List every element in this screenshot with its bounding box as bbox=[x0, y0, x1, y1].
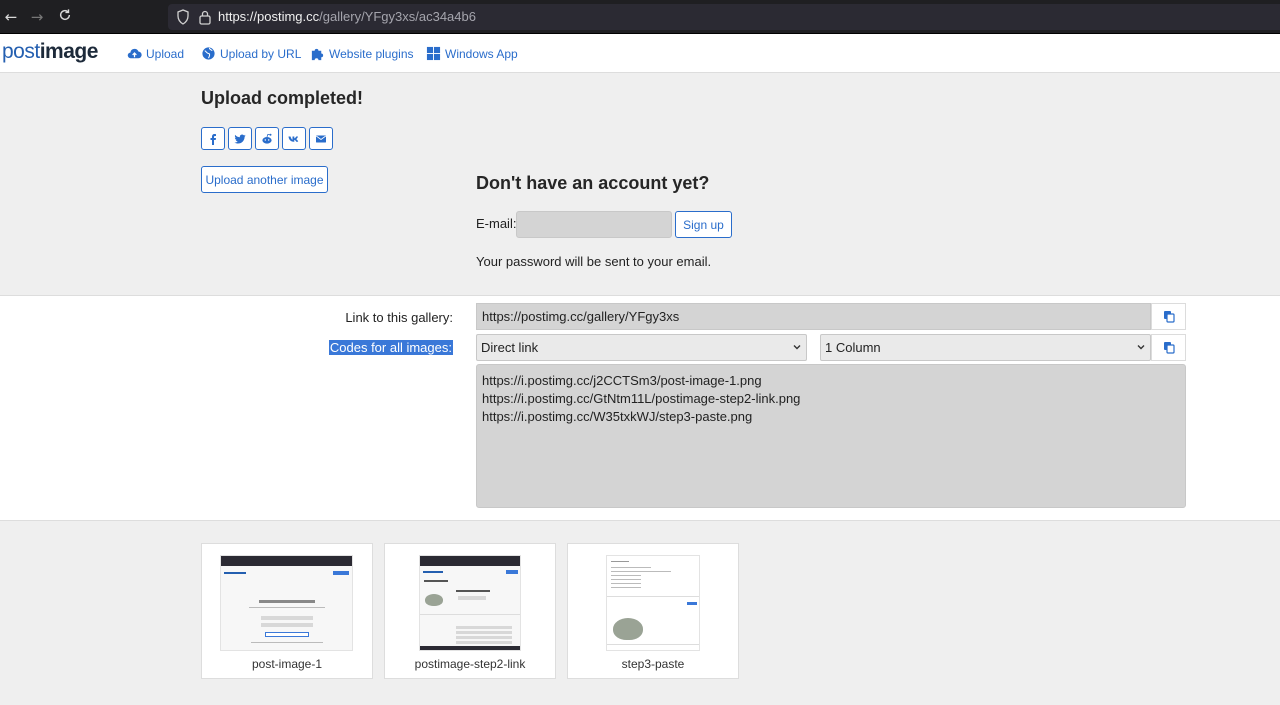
forward-arrow-icon[interactable]: → bbox=[28, 8, 46, 26]
puzzle-icon bbox=[311, 48, 324, 61]
sign-up-button[interactable]: Sign up bbox=[675, 211, 732, 238]
nav-upload-by-url-label: Upload by URL bbox=[220, 46, 302, 61]
thumbnail-card[interactable]: postimage-step2-link bbox=[384, 543, 556, 679]
columns-select[interactable]: 1 Column bbox=[820, 334, 1151, 361]
thumbnail-image[interactable] bbox=[419, 555, 521, 651]
email-field[interactable] bbox=[516, 211, 672, 238]
copy-icon bbox=[1163, 311, 1175, 323]
site-header: postimage Upload Upload by URL Website p… bbox=[0, 34, 1280, 73]
cloud-upload-icon bbox=[127, 48, 142, 59]
twitter-icon bbox=[234, 133, 246, 143]
nav-windows-app-label: Windows App bbox=[445, 46, 518, 61]
thumbnail-label: post-image-1 bbox=[251, 657, 323, 671]
windows-icon bbox=[426, 46, 441, 61]
facebook-share-button[interactable] bbox=[201, 127, 225, 150]
logo-image: image bbox=[39, 40, 99, 63]
link-format-select[interactable]: Direct link bbox=[476, 334, 807, 361]
copy-gallery-link-button[interactable] bbox=[1151, 303, 1186, 330]
copy-icon bbox=[1163, 342, 1175, 354]
copy-codes-button[interactable] bbox=[1151, 334, 1186, 361]
thumbnail-card[interactable]: post-image-1 bbox=[201, 543, 373, 679]
code-line: https://i.postimg.cc/W35txkWJ/step3-past… bbox=[482, 409, 753, 424]
envelope-icon bbox=[315, 135, 327, 142]
chevron-down-icon bbox=[793, 345, 801, 350]
links-section: Link to this gallery: https://postimg.cc… bbox=[0, 296, 1280, 521]
codes-textarea[interactable]: https://i.postimg.cc/j2CCTSm3/post-image… bbox=[476, 364, 1186, 508]
password-note: Your password will be sent to your email… bbox=[476, 254, 712, 269]
upload-another-image-button[interactable]: Upload another image bbox=[201, 166, 328, 193]
email-share-button[interactable] bbox=[309, 127, 333, 150]
account-title: Don't have an account yet? bbox=[476, 173, 710, 193]
gallery-link-label: Link to this gallery: bbox=[345, 310, 453, 325]
url-text: https://postimg.cc/gallery/YFgy3xs/ac34a… bbox=[218, 9, 476, 24]
nav-upload-by-url-link[interactable]: Upload by URL bbox=[201, 46, 301, 61]
thumbnail-label: step3-paste bbox=[621, 657, 685, 671]
link-format-value: Direct link bbox=[481, 340, 539, 355]
url-host: https://postimg.cc bbox=[218, 9, 320, 24]
share-buttons bbox=[201, 127, 333, 150]
upload-section: Upload completed! Upload another image D… bbox=[0, 73, 1280, 296]
twitter-share-button[interactable] bbox=[228, 127, 252, 150]
reddit-icon bbox=[262, 133, 272, 144]
nav-website-plugins-label: Website plugins bbox=[329, 46, 414, 61]
nav-windows-app-link[interactable]: Windows App bbox=[426, 46, 518, 61]
columns-value: 1 Column bbox=[825, 340, 881, 355]
thumbnail-label: postimage-step2-link bbox=[414, 657, 526, 671]
back-arrow-icon[interactable]: ← bbox=[2, 8, 20, 26]
thumbnail-card[interactable]: step3-paste bbox=[567, 543, 739, 679]
address-bar[interactable]: https://postimg.cc/gallery/YFgy3xs/ac34a… bbox=[168, 4, 1280, 30]
gallery-link-field[interactable]: https://postimg.cc/gallery/YFgy3xs bbox=[476, 303, 1151, 330]
thumbnail-grid: post-image-1 postimage-step2-link step3-… bbox=[201, 543, 739, 679]
code-line: https://i.postimg.cc/GtNtm11L/postimage-… bbox=[482, 391, 801, 406]
email-label: E-mail: bbox=[476, 216, 517, 231]
reload-icon[interactable] bbox=[56, 8, 74, 26]
vk-icon bbox=[288, 136, 299, 142]
browser-toolbar: ← → https://postimg.cc/gallery/YFgy3xs/a… bbox=[0, 0, 1280, 34]
url-path: /gallery/YFgy3xs/ac34a4b6 bbox=[319, 9, 476, 24]
nav-website-plugins-link[interactable]: Website plugins bbox=[310, 46, 414, 61]
thumbnail-image[interactable] bbox=[606, 555, 700, 651]
thumbnail-image[interactable] bbox=[220, 555, 353, 651]
page-title: Upload completed! bbox=[201, 88, 364, 108]
chevron-down-icon bbox=[1137, 345, 1145, 350]
codes-label: Codes for all images: bbox=[328, 340, 453, 355]
vk-share-button[interactable] bbox=[282, 127, 306, 150]
facebook-icon bbox=[210, 133, 216, 145]
nav-upload-link[interactable]: Upload bbox=[127, 46, 184, 61]
postimage-logo[interactable]: postimage bbox=[2, 40, 98, 64]
globe-icon bbox=[202, 47, 215, 60]
logo-post: post bbox=[2, 40, 40, 63]
shield-icon bbox=[177, 9, 189, 25]
code-line: https://i.postimg.cc/j2CCTSm3/post-image… bbox=[482, 373, 762, 388]
lock-icon bbox=[199, 10, 211, 25]
nav-upload-label: Upload bbox=[146, 46, 185, 61]
reddit-share-button[interactable] bbox=[255, 127, 279, 150]
